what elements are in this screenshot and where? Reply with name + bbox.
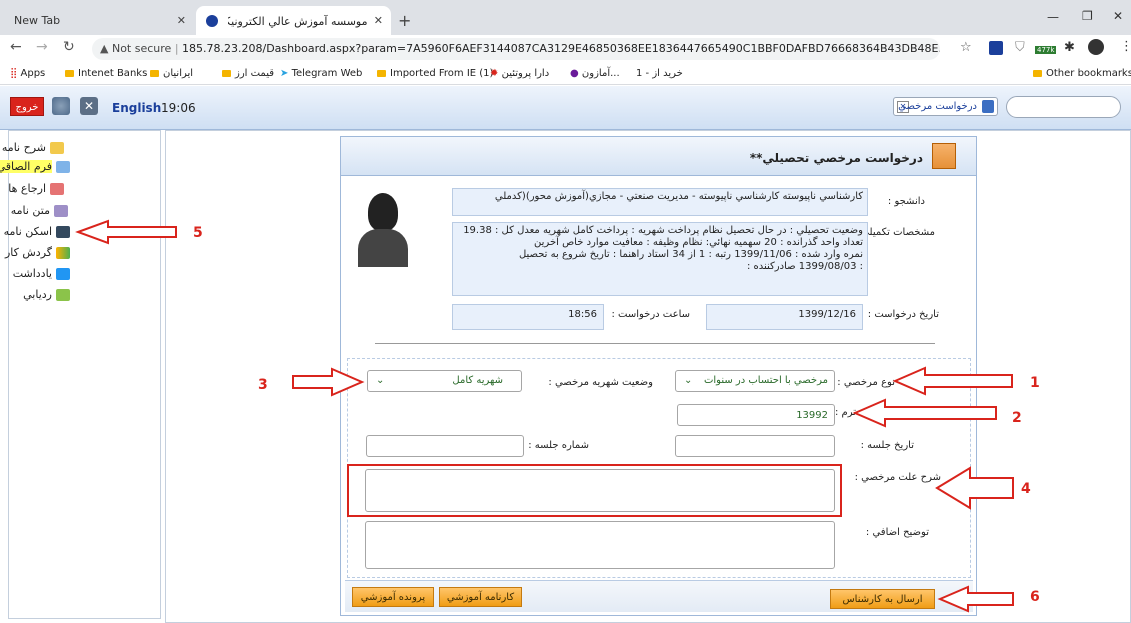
annotation-arrow-4	[935, 466, 1014, 510]
annotation-label-5: 5	[193, 225, 203, 241]
annotation-arrow-1	[892, 366, 1013, 396]
annotation-label-1: 1	[1030, 375, 1040, 391]
annotation-label-6: 6	[1030, 589, 1040, 605]
annotation-arrow-6	[937, 585, 1014, 613]
annotation-label-4: 4	[1021, 481, 1031, 497]
annotation-arrow-5	[75, 219, 177, 245]
annotation-label-3: 3	[258, 377, 268, 393]
annotation-label-2: 2	[1012, 410, 1022, 426]
annotation-layer	[75, 219, 1014, 613]
annotation-arrow-3	[292, 367, 365, 397]
annotation-arrow-2	[852, 398, 997, 428]
